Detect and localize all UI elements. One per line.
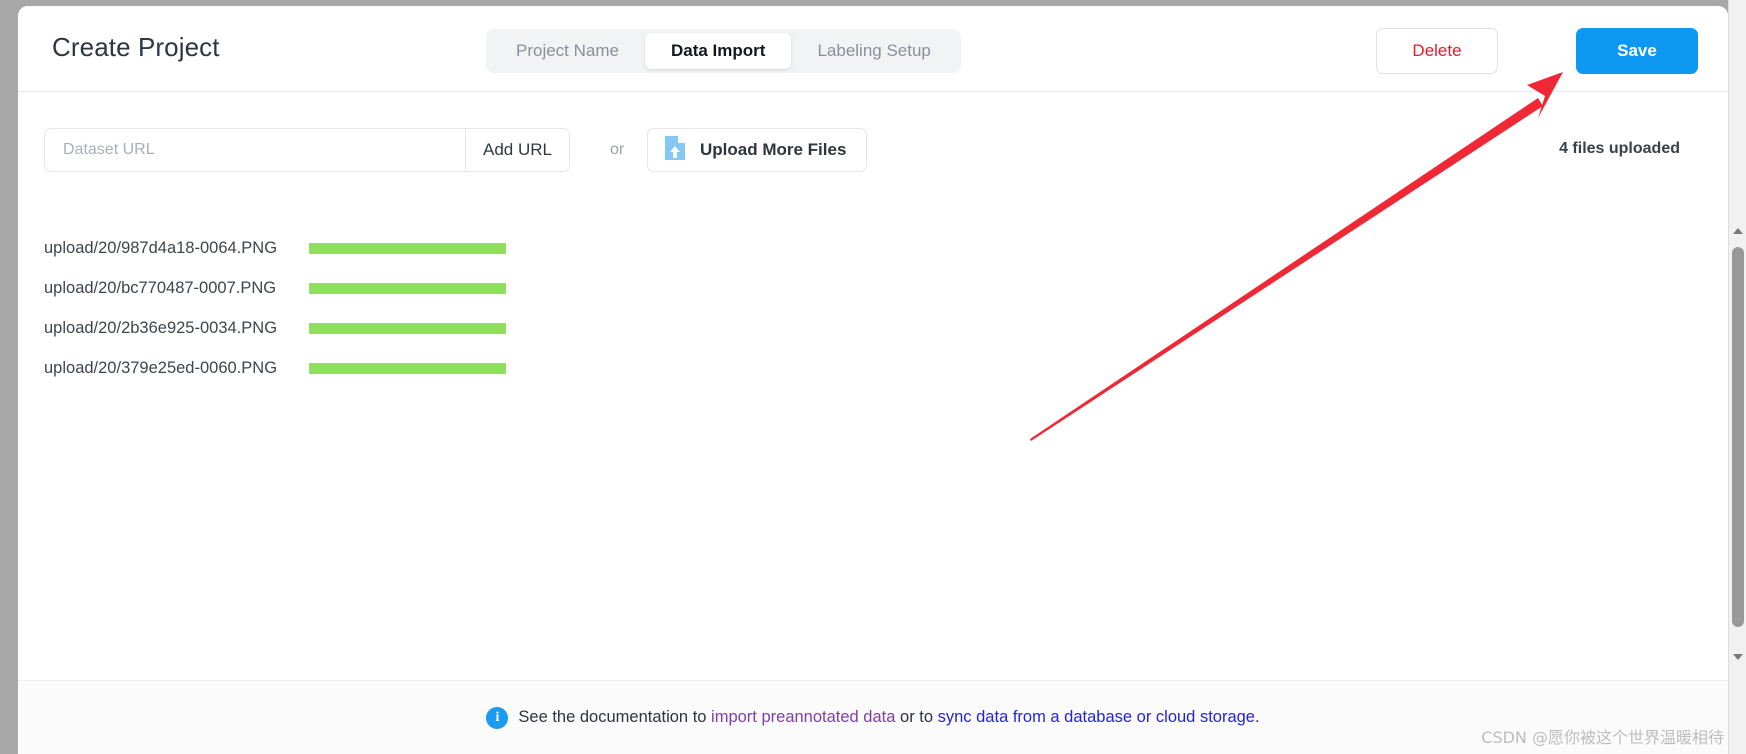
dataset-url-input[interactable] — [45, 129, 465, 171]
file-name: upload/20/2b36e925-0034.PNG — [44, 318, 278, 337]
file-list-item[interactable]: upload/20/379e25ed-0060.PNG — [18, 348, 1728, 388]
file-progress-bar — [309, 362, 506, 374]
tab-project-name[interactable]: Project Name — [490, 33, 645, 69]
tab-data-import[interactable]: Data Import — [644, 33, 792, 69]
file-progress-fill — [310, 243, 505, 253]
footer-text-after: . — [1254, 708, 1260, 726]
page-title: Create Project — [52, 32, 220, 62]
file-name: upload/20/bc770487-0007.PNG — [44, 278, 277, 297]
watermark: CSDN @愿你被这个世界温暖相待 — [1481, 728, 1724, 747]
file-progress-bar — [309, 282, 506, 294]
file-name: upload/20/987d4a18-0064.PNG — [44, 238, 278, 257]
file-list-item[interactable]: upload/20/2b36e925-0034.PNG — [18, 308, 1728, 348]
footer-text-before: See the documentation to — [518, 708, 712, 726]
page-shell: Create Project Project Name Data Import … — [18, 6, 1728, 754]
footer-text: See the documentation to import preannot… — [518, 708, 1259, 727]
file-list-item[interactable]: upload/20/987d4a18-0064.PNG — [18, 228, 1728, 268]
upload-more-files-button[interactable]: Upload More Files — [647, 128, 868, 172]
file-progress-bar — [309, 242, 506, 254]
file-progress-bar — [309, 322, 506, 334]
delete-button[interactable]: Delete — [1376, 28, 1498, 74]
or-label: or — [610, 141, 625, 158]
scrollbar-thumb[interactable] — [1732, 247, 1744, 627]
uploaded-file-list: upload/20/987d4a18-0064.PNG upload/20/bc… — [18, 228, 1728, 388]
dataset-url-group: Add URL — [44, 128, 570, 172]
info-icon: i — [486, 706, 509, 729]
chevron-up-icon[interactable] — [1729, 222, 1746, 240]
import-preannotated-data-link[interactable]: import preannotated data — [711, 708, 895, 726]
chevron-down-icon[interactable] — [1729, 648, 1746, 666]
sync-data-link[interactable]: sync data from a database or cloud stora… — [938, 708, 1255, 726]
footer-text-middle: or to — [895, 708, 938, 726]
save-button[interactable]: Save — [1576, 28, 1698, 74]
app-header: Create Project Project Name Data Import … — [18, 6, 1728, 92]
upload-more-files-label: Upload More Files — [700, 140, 847, 159]
file-upload-icon — [664, 135, 686, 166]
file-progress-fill — [310, 363, 505, 373]
add-url-button[interactable]: Add URL — [465, 129, 569, 171]
import-toolbar: Add URL or Upload More Files 4 files upl… — [18, 92, 1728, 200]
tab-group: Project Name Data Import Labeling Setup — [486, 29, 961, 73]
file-name: upload/20/379e25ed-0060.PNG — [44, 358, 278, 377]
vertical-scrollbar[interactable] — [1728, 0, 1746, 754]
tab-labeling-setup[interactable]: Labeling Setup — [791, 33, 956, 69]
file-progress-fill — [310, 283, 505, 293]
file-progress-fill — [310, 323, 505, 333]
screenshot-viewport: Create Project Project Name Data Import … — [0, 0, 1746, 754]
documentation-footer: i See the documentation to import preann… — [18, 680, 1728, 754]
files-uploaded-count: 4 files uploaded — [1559, 140, 1680, 157]
file-list-item[interactable]: upload/20/bc770487-0007.PNG — [18, 268, 1728, 308]
